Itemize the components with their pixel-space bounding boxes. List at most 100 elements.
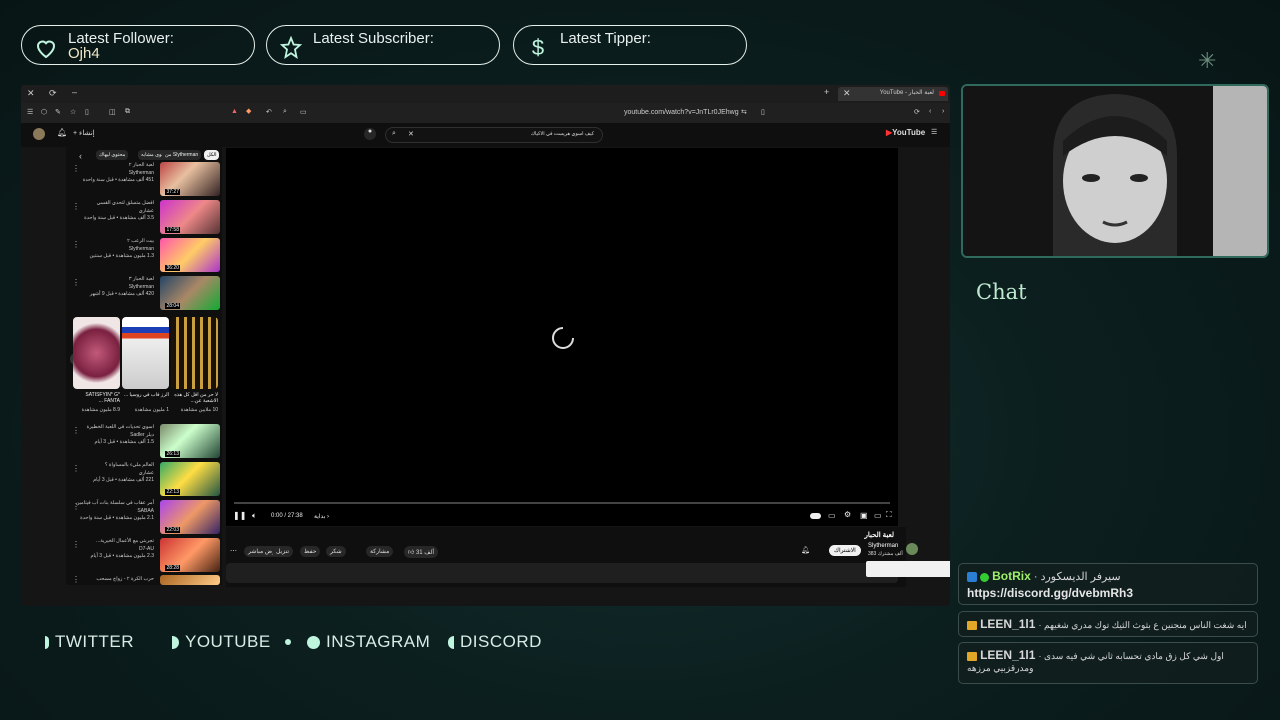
list-item[interactable]: ⋮ بيت الرعب ٢ Slytherman 1.3 مليون مشاهد… — [66, 238, 222, 274]
list-item[interactable]: ⋮ حرب الكرة ٢ - زواج مسحب — [66, 575, 222, 587]
autoplay-toggle[interactable] — [810, 513, 821, 519]
list-item[interactable]: ⋮ اسوي تحديات في اللعبة الخطيرة ديلر Sad… — [66, 424, 222, 460]
theater-icon[interactable]: ▭ — [874, 511, 882, 520]
voice-search-icon[interactable]: ● — [364, 128, 376, 140]
bot-badge-icon — [967, 572, 977, 583]
dot-icon — [284, 639, 291, 645]
short-thumbnail[interactable] — [171, 317, 218, 389]
new-tab-icon[interactable]: + — [824, 87, 829, 97]
video-title: لعبة الحبار ٣ — [128, 276, 154, 282]
chat-link[interactable]: https://discord.gg/dvebmRh3 — [967, 586, 1249, 600]
video-title: حرب الكرة ٢ - زواج مسحب — [96, 576, 154, 582]
avatar[interactable] — [33, 128, 45, 140]
video-meta: 221 ألف مشاهدة • قبل 3 أيام — [93, 477, 154, 483]
chip-related[interactable]: محتوى ليهاك — [96, 150, 129, 160]
notification-bell-icon[interactable]: 🔔︎ — [801, 546, 810, 554]
heart-icon — [36, 40, 56, 59]
short-item[interactable]: لا حر من افل كل هذه الاشعبة عن... 10 ملا… — [171, 317, 218, 417]
video-thumbnail[interactable] — [160, 575, 220, 585]
short-thumbnail[interactable] — [122, 317, 169, 389]
search-icon[interactable]: ⌕ — [392, 130, 396, 138]
video-duration: 28:04 — [165, 303, 180, 309]
fullscreen-icon[interactable]: ⛶ — [886, 510, 892, 520]
latest-tipper-panel: $ Latest Tipper: — [513, 25, 747, 65]
list-item[interactable]: ⋮ العالم مليء بالمساواة ؟ عشاري 221 ألف … — [66, 462, 222, 498]
screenshot-icon[interactable]: ◫ — [109, 108, 116, 116]
chips-back-icon[interactable]: ‹ — [79, 151, 82, 161]
notifications-icon[interactable]: 🔔︎ — [57, 128, 67, 137]
latest-follower-panel: Latest Follower: Ojh4 — [21, 25, 255, 65]
crown-badge-icon — [967, 651, 977, 661]
address-bar[interactable]: youtube.com/watch?v=JnTLr0JEhwg — [624, 109, 739, 116]
hamburger-icon[interactable]: ☰ — [931, 128, 937, 136]
browser-capture: ✕ ⟳ – + ✕ YouTube - لعبة الحبار ☰ ⬡ ✎ ☆ … — [21, 85, 950, 606]
chapter-label[interactable]: بداية › — [314, 513, 329, 520]
settings-icon[interactable]: ⚙ — [844, 510, 851, 519]
translate-icon[interactable]: ⇆ — [741, 108, 747, 116]
chat-message: LEEN_1l1 · ايه شغت الناس منجنين ع بثوث ا… — [958, 611, 1258, 637]
brave-shield-icon[interactable]: ◆ — [246, 107, 251, 115]
more-actions-icon[interactable]: ⋯ — [230, 547, 237, 555]
action-share[interactable]: مشاركة — [366, 546, 394, 557]
reload-icon[interactable]: ⟳ — [914, 108, 920, 116]
short-item[interactable]: SATISFYIN* G* FANTA ... 8.9 مليون مشاهدة — [73, 317, 120, 417]
volume-icon[interactable]: 🔈︎ — [252, 511, 257, 521]
short-item[interactable]: الرز فاب في روسيا ... 1 مليون مشاهدة — [122, 317, 169, 417]
short-thumbnail[interactable] — [73, 317, 120, 389]
browser-tab[interactable]: ✕ YouTube - لعبة الحبار — [838, 87, 948, 101]
back-icon[interactable]: ‹ — [929, 108, 931, 115]
list-item[interactable]: ⋮ افضل متسلق لتحدي القسي عشاري 3.5 ألف م… — [66, 200, 222, 236]
chat-username[interactable]: BotRix — [992, 569, 1031, 583]
copy-icon[interactable]: ⧉ — [125, 108, 130, 116]
video-meta: 3.5 ألف مشاهدة • قبل سنة واحدة — [84, 215, 154, 221]
action-save[interactable]: حفظ — [300, 546, 321, 557]
captions-icon[interactable]: ▭ — [828, 511, 836, 520]
subscribe-button[interactable]: الاشتراك — [829, 545, 861, 556]
zoom-icon[interactable]: ⌕ — [283, 108, 287, 116]
action-download[interactable]: تنزيل — [272, 546, 294, 557]
pause-icon[interactable]: ❚❚ — [233, 511, 246, 520]
undo-icon[interactable]: ↶ — [266, 108, 272, 116]
video-meta: 2.3 مليون مشاهدة • قبل 3 أيام — [90, 553, 154, 559]
tab-close-icon[interactable]: ✕ — [843, 88, 851, 99]
action-thanks[interactable]: شكر — [326, 546, 346, 557]
channel-avatar[interactable] — [906, 543, 918, 555]
list-item[interactable]: ⋮ تجربتي مع الأعمال الخيرية... D7-AU 2.3… — [66, 538, 222, 574]
progress-bar[interactable] — [234, 502, 890, 504]
chat-username[interactable]: LEEN_1l1 — [980, 617, 1035, 631]
menu-icon[interactable]: ☰ — [27, 108, 33, 116]
bookmark-icon[interactable]: ▯ — [761, 108, 765, 116]
forward-icon[interactable]: › — [942, 108, 944, 115]
list-item[interactable]: ⋮ لعبة الحبار ٣ Slytherman 420 ألف مشاهد… — [66, 276, 222, 312]
cast-icon[interactable]: ▭ — [300, 108, 307, 116]
miniplayer-icon[interactable]: ▣ — [860, 511, 868, 520]
close-window-icon[interactable]: ✕ — [27, 88, 35, 99]
bookmark-star-icon[interactable]: ☆ — [70, 108, 76, 116]
shield-icon[interactable]: ⬡ — [41, 108, 47, 116]
sidebar-icon[interactable]: ▯ — [85, 108, 89, 116]
minimize-icon[interactable]: – — [72, 87, 77, 97]
create-button[interactable]: + إنشاء — [73, 129, 95, 137]
video-duration: 22:03 — [165, 527, 180, 533]
refresh-icon[interactable]: ⟳ — [49, 88, 57, 99]
channel-name[interactable]: Slytherman — [868, 543, 898, 549]
chat-username[interactable]: LEEN_1l1 — [980, 648, 1035, 662]
chip-channel[interactable]: من Slytherman — [162, 150, 202, 160]
extensions-icon[interactable]: ✎ — [55, 108, 61, 116]
player-controls: ❚❚ 🔈︎ 0:00 / 27:38 بداية › ▭ ⚙ ▣ ▭ ⛶ — [226, 505, 898, 527]
search-input[interactable]: ⌕ ✕ كيف اسوي هريست في الاكياك — [385, 127, 603, 143]
clear-search-icon[interactable]: ✕ — [408, 130, 414, 138]
description-box[interactable] — [226, 563, 898, 583]
like-button[interactable]: 👍︎ 31 ألف — [404, 546, 438, 558]
video-player[interactable] — [226, 148, 898, 526]
video-meta: 2.1 مليون مشاهدة • قبل سنة واحدة — [80, 515, 154, 521]
video-title: اسوي تحديات في اللعبة الخطيرة — [86, 424, 154, 430]
chat-message: BotRix · سيرفر الديسكورد https://discord… — [958, 563, 1258, 605]
related-videos: ‹ محتوى ليهاك محتوى مشابه من Slytherman … — [66, 147, 222, 585]
chip-all[interactable]: الكل — [204, 150, 220, 160]
crescent-icon — [448, 635, 454, 649]
youtube-logo[interactable]: ▶YouTube — [886, 128, 925, 137]
chat-text: · ايه شغت الناس منجنين ع بثوث الثيك توك … — [1038, 620, 1247, 630]
list-item[interactable]: ⋮ أمر عقاب في سلسلة بنات آب فيتامين SABA… — [66, 500, 222, 536]
list-item[interactable]: ⋮ لعبة الحبار ٢ Slytherman 451 ألف مشاهد… — [66, 162, 222, 198]
